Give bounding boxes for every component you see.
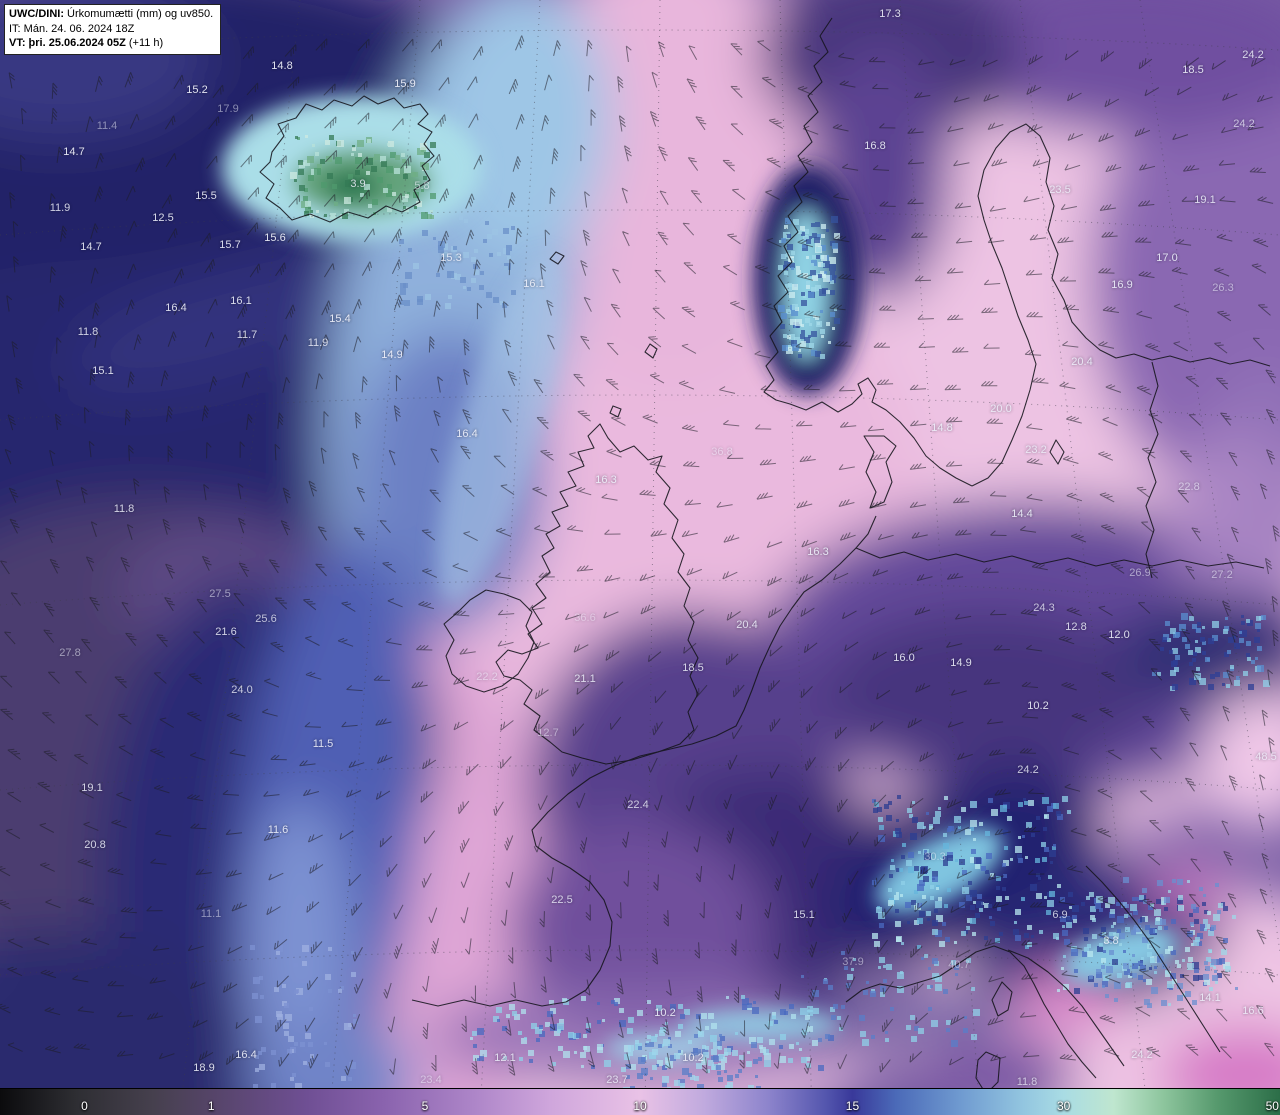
product-name: Úrkomumætti (mm) og uv850. (64, 8, 214, 20)
init-time: IT: Mán. 24. 06. 2024 18Z (9, 22, 135, 35)
valid-offset: (+11 h) (125, 37, 164, 50)
colorbar-tick: 10 (633, 1099, 647, 1113)
title-line-model: UWC/DINI: Úrkomumætti (mm) og uv850. (9, 7, 213, 22)
colorbar: 0 1 5 10 15 30 50 (0, 1088, 1280, 1115)
colorbar-tick: 5 (421, 1099, 429, 1113)
colorbar-tick: 30 (1056, 1099, 1071, 1113)
title-line-init: IT: Mán. 24. 06. 2024 18Z (9, 22, 213, 37)
map-field (0, 0, 1280, 1115)
model-name: UWC/DINI: (9, 8, 64, 20)
colorbar-tick: 15 (845, 1099, 860, 1113)
colorbar-tick: 0 (81, 1099, 88, 1113)
precipitation-map: 17.3 24.2 14.8 15.9 18.5 15.2 17.9 11.4 14.7 16.8… (0, 0, 1280, 1115)
title-box: UWC/DINI: Úrkomumætti (mm) og uv850. IT:… (4, 4, 222, 55)
title-line-valid: VT: þri. 25.06.2024 05Z (+11 h) (9, 36, 213, 51)
colorbar-tick: 50 (1265, 1099, 1279, 1113)
valid-time: VT: þri. 25.06.2024 05Z (9, 37, 126, 50)
colorbar-tick: 1 (207, 1099, 215, 1113)
